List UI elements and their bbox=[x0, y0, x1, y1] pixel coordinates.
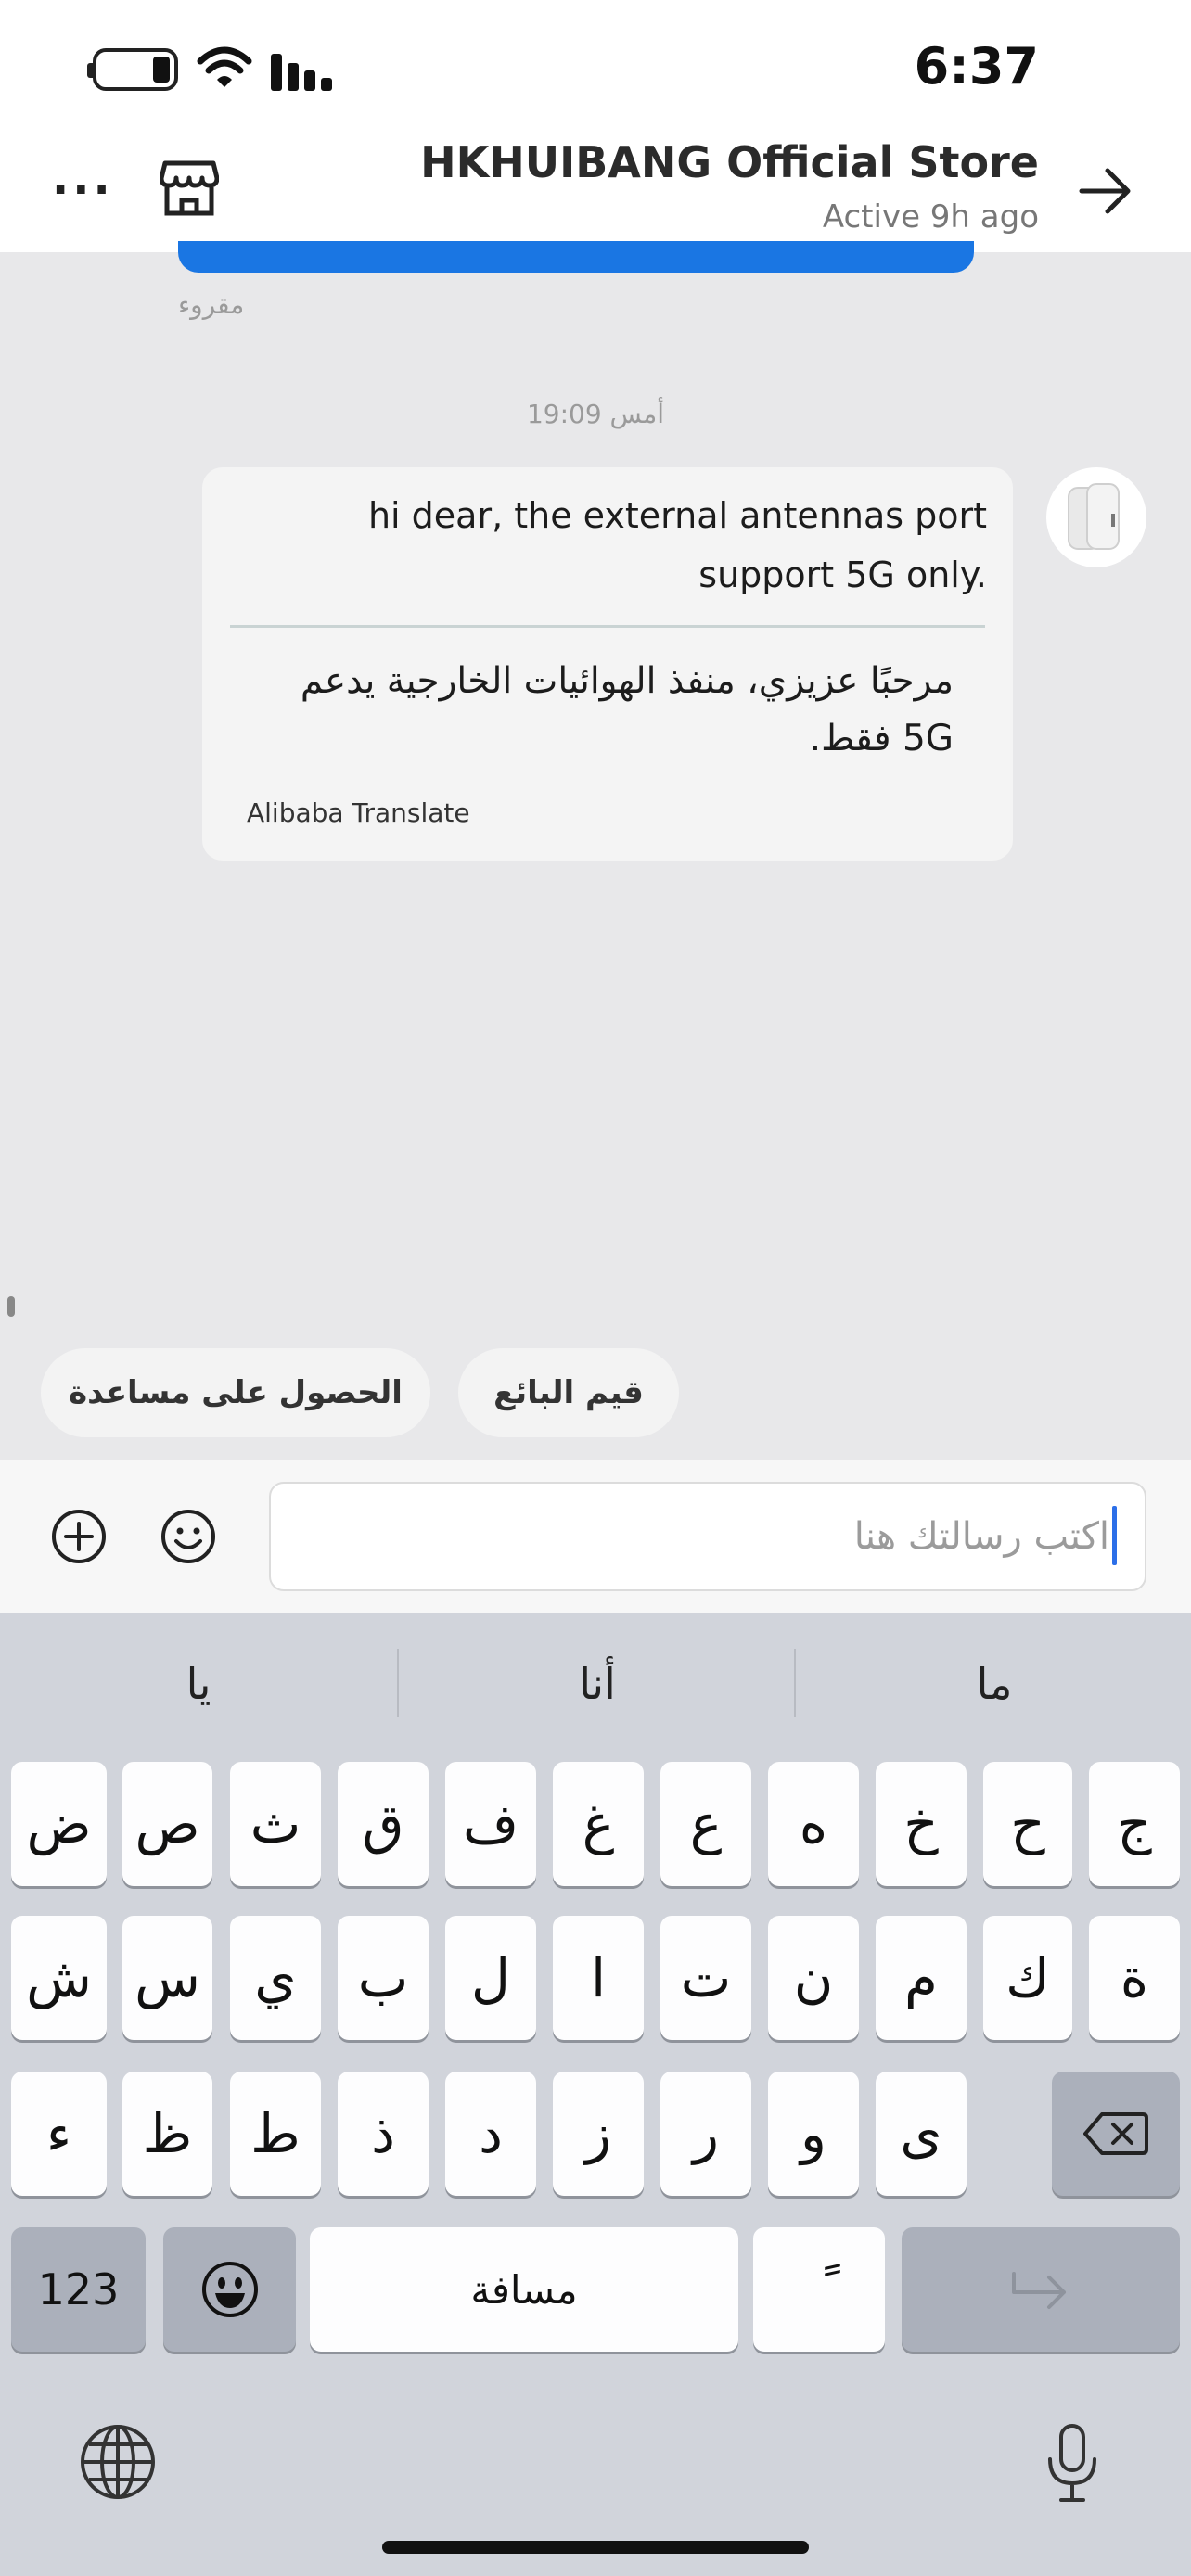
key[interactable]: ث bbox=[230, 1762, 321, 1886]
suggestion-2[interactable]: أنا bbox=[399, 1647, 796, 1721]
key[interactable]: و bbox=[768, 2072, 859, 2196]
store-title: HKHUIBANG Official Store bbox=[420, 137, 1039, 187]
message-divider bbox=[230, 625, 985, 628]
message-input[interactable]: اكتب رسالتك هنا bbox=[269, 1482, 1146, 1591]
key[interactable]: س bbox=[122, 1916, 212, 2040]
key[interactable]: م bbox=[876, 1916, 967, 2040]
key[interactable]: ل bbox=[445, 1916, 536, 2040]
key[interactable]: ذ bbox=[338, 2072, 429, 2196]
key[interactable]: ه bbox=[768, 1762, 859, 1886]
message-translated-text: مرحبًا عزيزي، منفذ الهوائيات الخارجية يد… bbox=[300, 660, 954, 759]
message-original-text: hi dear, the external antennas port supp… bbox=[367, 495, 987, 595]
key[interactable]: ن bbox=[768, 1916, 859, 2040]
store-icon[interactable] bbox=[160, 159, 219, 217]
status-time: 6:37 bbox=[914, 37, 1039, 96]
battery-cap bbox=[87, 63, 93, 78]
emoji-icon[interactable] bbox=[160, 1508, 217, 1565]
key[interactable]: د bbox=[445, 2072, 536, 2196]
read-receipt: مقروء bbox=[178, 289, 245, 320]
key[interactable]: ص bbox=[122, 1762, 212, 1886]
key[interactable]: ط bbox=[230, 2072, 321, 2196]
key[interactable]: غ bbox=[553, 1762, 644, 1886]
home-indicator bbox=[382, 2541, 809, 2554]
get-help-chip[interactable]: الحصول على مساعدة bbox=[41, 1348, 430, 1437]
diacritic-key[interactable]: ً bbox=[753, 2227, 885, 2352]
microphone-icon[interactable] bbox=[1044, 2422, 1100, 2504]
key[interactable]: خ bbox=[876, 1762, 967, 1886]
store-active-status: Active 9h ago bbox=[822, 198, 1039, 236]
key[interactable]: ف bbox=[445, 1762, 536, 1886]
key[interactable]: ش bbox=[11, 1916, 107, 2040]
scroll-indicator bbox=[7, 1296, 15, 1317]
rate-seller-chip[interactable]: قيم البائع bbox=[458, 1348, 679, 1437]
suggestion-1[interactable]: يا bbox=[0, 1647, 397, 1721]
wifi-icon bbox=[197, 46, 252, 87]
add-attachment-icon[interactable] bbox=[50, 1508, 108, 1565]
key[interactable]: ز bbox=[553, 2072, 644, 2196]
backspace-key[interactable] bbox=[1052, 2072, 1180, 2196]
emoji-key-icon bbox=[201, 2262, 258, 2317]
key[interactable]: ج bbox=[1089, 1762, 1180, 1886]
arrow-right-icon[interactable] bbox=[1078, 163, 1133, 219]
key[interactable]: ي bbox=[230, 1916, 321, 2040]
numbers-key[interactable]: 123 bbox=[11, 2227, 146, 2352]
signal-icon bbox=[271, 54, 336, 91]
key[interactable]: ر bbox=[660, 2072, 751, 2196]
key[interactable]: ى bbox=[876, 2072, 967, 2196]
return-icon bbox=[1012, 2272, 1066, 2309]
translation-credit: Alibaba Translate bbox=[247, 797, 470, 828]
seller-avatar[interactable] bbox=[1046, 467, 1146, 567]
return-key[interactable] bbox=[902, 2227, 1180, 2352]
battery-icon bbox=[93, 48, 178, 91]
message-bubble[interactable]: hi dear, the external antennas port supp… bbox=[202, 467, 1013, 861]
key[interactable]: ت bbox=[660, 1916, 751, 2040]
key[interactable]: ا bbox=[553, 1916, 644, 2040]
emoji-key[interactable] bbox=[163, 2227, 296, 2352]
suggestion-3[interactable]: ما bbox=[796, 1647, 1191, 1721]
time-separator: أمس 19:09 bbox=[526, 399, 665, 429]
key[interactable]: ع bbox=[660, 1762, 751, 1886]
key[interactable]: ح bbox=[983, 1762, 1072, 1886]
text-caret bbox=[1112, 1506, 1117, 1565]
key[interactable]: ك bbox=[983, 1916, 1072, 2040]
globe-icon[interactable] bbox=[78, 2422, 158, 2502]
more-options-icon[interactable]: ··· bbox=[52, 168, 114, 212]
key[interactable]: ض bbox=[11, 1762, 107, 1886]
space-key[interactable]: مسافة bbox=[310, 2227, 738, 2352]
backspace-icon bbox=[1083, 2112, 1148, 2155]
key[interactable]: ق bbox=[338, 1762, 429, 1886]
router-product-icon bbox=[1068, 483, 1120, 550]
key[interactable]: ة bbox=[1089, 1916, 1180, 2040]
key[interactable]: ظ bbox=[122, 2072, 212, 2196]
previous-message-bubble[interactable] bbox=[178, 241, 974, 273]
key[interactable]: ب bbox=[338, 1916, 429, 2040]
key[interactable]: ء bbox=[11, 2072, 107, 2196]
